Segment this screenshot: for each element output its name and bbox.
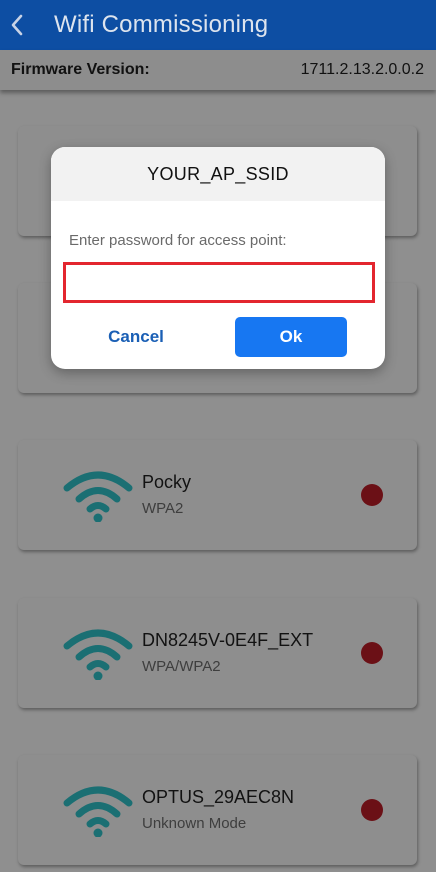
firmware-label: Firmware Version: <box>11 61 150 78</box>
dialog-title: YOUR_AP_SSID <box>147 163 289 184</box>
dialog-message: Enter password for access point: <box>69 232 287 249</box>
dialog-header: YOUR_AP_SSID <box>51 147 385 201</box>
modal-backdrop[interactable] <box>0 0 436 872</box>
password-dialog: YOUR_AP_SSID Enter password for access p… <box>51 147 385 369</box>
firmware-value: 1711.2.13.2.0.0.2 <box>300 61 424 78</box>
cancel-button[interactable]: Cancel <box>96 322 176 352</box>
password-input[interactable] <box>63 262 375 303</box>
ok-button[interactable]: Ok <box>235 317 347 357</box>
firmware-bar: Firmware Version: 1711.2.13.2.0.0.2 <box>0 50 436 90</box>
